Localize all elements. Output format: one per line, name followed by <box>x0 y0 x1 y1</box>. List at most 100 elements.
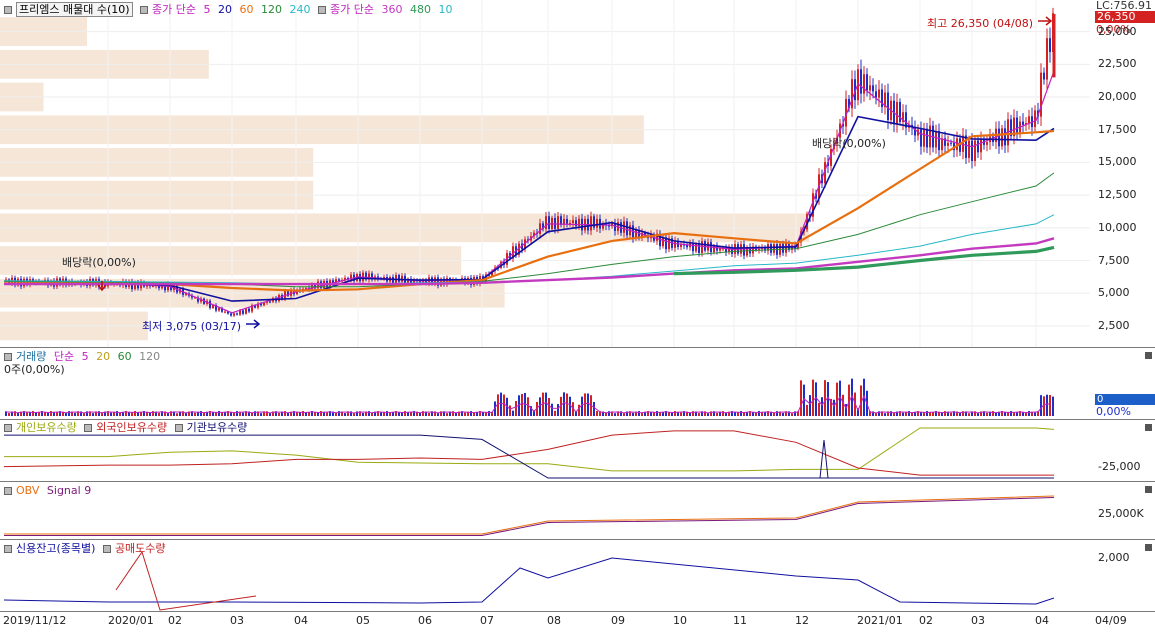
ma20-label: 20 <box>218 3 233 16</box>
price-axis-tick: 15,000 <box>1098 155 1137 169</box>
volume-bar <box>1043 396 1045 416</box>
candle-body <box>1028 116 1030 124</box>
volume-bar <box>587 393 589 416</box>
price-pane[interactable]: 프리엠스 매물대 수(10) 종가 단순 5 20 60 120 240 종가 … <box>0 0 1090 347</box>
candle-body <box>398 275 400 282</box>
institution-legend-icon[interactable] <box>174 424 183 432</box>
volume-menu-icon[interactable] <box>4 353 12 361</box>
price-chart-svg <box>0 0 1090 347</box>
holders-axis[interactable]: -25,000 <box>1090 420 1155 481</box>
candle-body <box>866 74 868 91</box>
volume-bar <box>569 396 571 416</box>
holders-pane[interactable]: 개인보유수량 외국인보유수량 기관보유수량 <box>0 420 1090 481</box>
x-axis-label: 04 <box>294 614 308 627</box>
price-axis[interactable]: LC:756.91 26,350 0,00% 2,500 5,000 7,500 10… <box>1090 0 1155 347</box>
volume-bar <box>371 412 373 416</box>
volume-axis[interactable]: 0 0,00% <box>1090 348 1155 419</box>
candle-body <box>887 92 889 121</box>
volume-pane[interactable]: 거래량 단순 5 20 60 120 0주(0,00%) <box>0 348 1090 419</box>
x-axis-label: 2019/11/12 <box>3 614 67 627</box>
volume-bar <box>758 411 760 416</box>
volume-bar <box>800 380 802 416</box>
holders-line-0 <box>4 427 1055 472</box>
volume-bar <box>284 411 286 416</box>
volume-bar <box>92 413 94 416</box>
candle-body <box>692 243 694 252</box>
volume-bar <box>656 411 658 416</box>
personal-holdings-label: 개인보유수량 <box>16 421 77 434</box>
ma-legend2-icon[interactable] <box>318 6 327 14</box>
volume-pin-icon[interactable] <box>1145 352 1152 359</box>
volume-bar <box>32 411 34 416</box>
volume-bar <box>353 413 355 416</box>
ma480-label: 480 <box>410 3 432 16</box>
x-axis-label: 07 <box>480 614 494 627</box>
dividend-annotation-2: 배당락(0,00%) <box>812 137 886 150</box>
credit-pin-icon[interactable] <box>1145 544 1152 551</box>
volume-bar <box>926 411 928 416</box>
volume-bar <box>296 412 298 416</box>
volume-bar <box>176 413 178 416</box>
x-axis-label: 04 <box>1035 614 1049 627</box>
candle-body <box>557 216 559 229</box>
price-axis-tick: 10,000 <box>1098 220 1137 234</box>
holders-pin-icon[interactable] <box>1145 424 1152 431</box>
volume-bar <box>812 379 814 416</box>
volume-bar <box>680 412 682 416</box>
candle-body <box>419 281 421 283</box>
pane-menu-icon[interactable] <box>4 6 12 14</box>
credit-pane[interactable]: 신용잔고(종목별) 공매도수량 <box>0 540 1090 611</box>
ma-legend2-label: 종가 단순 <box>330 3 375 16</box>
credit-menu-icon[interactable] <box>4 545 12 553</box>
chart-title[interactable]: 프리엠스 매물대 수(10) <box>16 2 133 17</box>
candle-body <box>248 308 250 312</box>
volume-bar <box>488 411 490 416</box>
price-axis-tick: 22,500 <box>1098 57 1137 71</box>
candle-body <box>218 307 220 311</box>
obv-pane[interactable]: OBV Signal 9 <box>0 482 1090 539</box>
foreign-legend-icon[interactable] <box>84 424 93 432</box>
obv-legend: OBV Signal 9 <box>4 484 95 497</box>
volume-sub: 0주(0,00%) <box>4 363 65 376</box>
price-axis-tick: 20,000 <box>1098 90 1137 104</box>
volume-bar <box>1034 412 1036 416</box>
obv-axis[interactable]: 25,000K <box>1090 482 1155 539</box>
candle-body <box>923 128 925 147</box>
volume-bar <box>884 413 886 416</box>
candle-body <box>977 140 979 153</box>
dividend-annotation-1: 배당락(0,00%) <box>62 256 136 269</box>
x-axis-label: 05 <box>356 614 370 627</box>
x-axis[interactable]: 2019/11/12 2020/01 02 03 04 05 06 07 08 09 10 11 12 2… <box>0 612 1155 632</box>
vol-ma120: 120 <box>139 350 161 363</box>
candle-body <box>236 313 238 315</box>
volume-bar <box>623 413 625 416</box>
volume-bar <box>782 412 784 416</box>
x-axis-label: 2021/01 <box>857 614 903 627</box>
ma10-label: 10 <box>438 3 453 16</box>
candle-body <box>971 140 973 162</box>
short-selling-legend-icon[interactable] <box>102 545 111 553</box>
ma-legend-icon[interactable] <box>140 6 149 14</box>
candle-body <box>701 241 703 253</box>
volume-bar <box>515 401 517 416</box>
volume-bar <box>455 412 457 416</box>
holders-menu-icon[interactable] <box>4 424 12 432</box>
volume-bar <box>563 392 565 416</box>
volume-bar <box>224 412 226 416</box>
volume-bar <box>554 410 556 416</box>
credit-axis[interactable]: 2,000 <box>1090 540 1155 611</box>
volume-bar <box>101 412 103 416</box>
volume-bar <box>242 412 244 416</box>
candle-body <box>974 140 976 162</box>
obv-pin-icon[interactable] <box>1145 486 1152 493</box>
volume-bar <box>1052 396 1054 416</box>
candle-body <box>242 310 244 314</box>
obv-menu-icon[interactable] <box>4 487 12 495</box>
vol-ma5: 5 <box>81 350 89 363</box>
candle-body <box>899 101 901 122</box>
volume-bar <box>995 412 997 416</box>
candle-body <box>920 129 922 147</box>
volume-bar <box>614 413 616 416</box>
volume-bar <box>893 412 895 416</box>
volume-bar <box>539 397 541 416</box>
